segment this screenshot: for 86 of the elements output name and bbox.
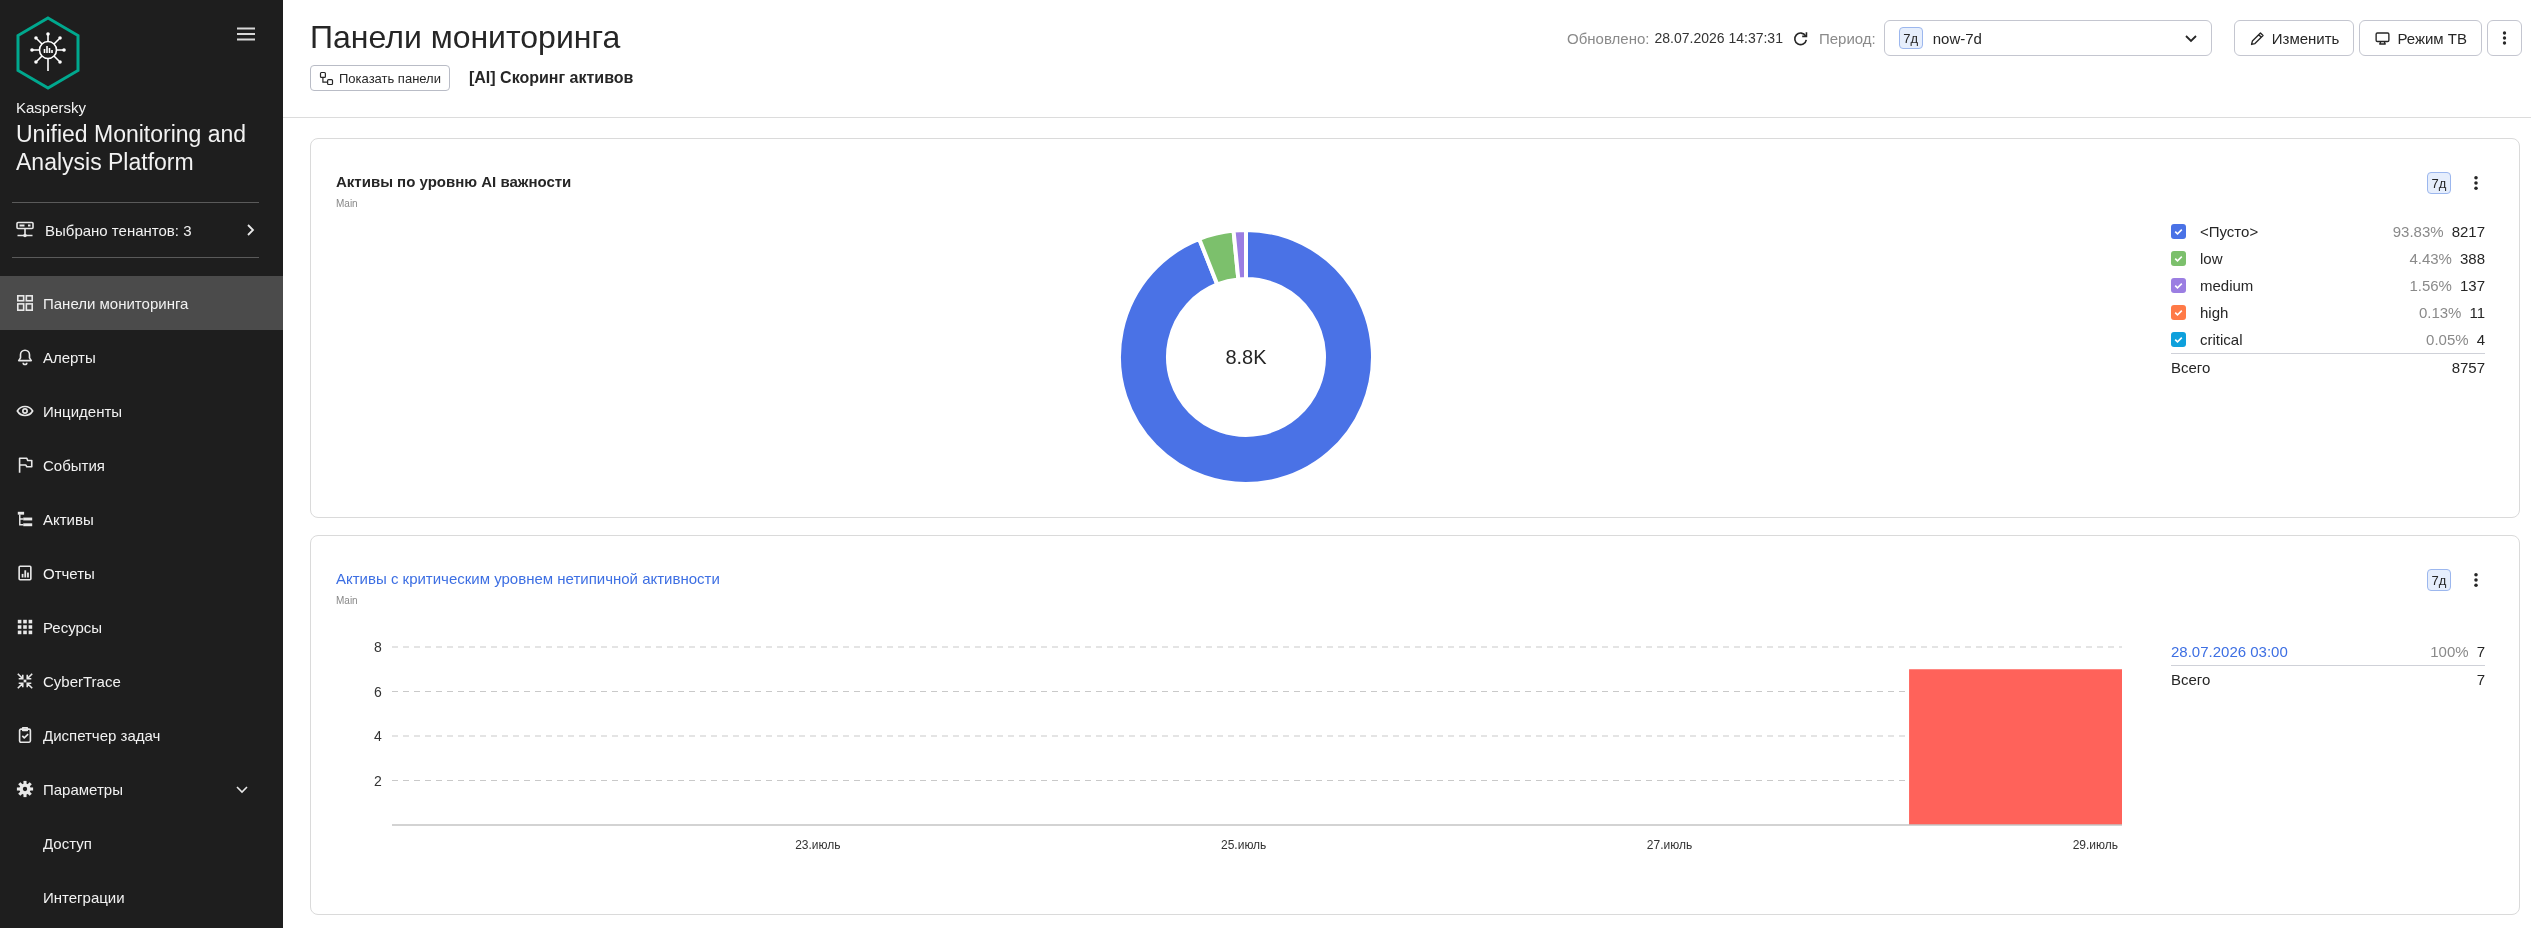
brand-vendor: Kaspersky	[16, 100, 88, 116]
legend-percent: 0.05%	[2426, 331, 2469, 348]
donut-center-value: 8.8K	[1225, 346, 1267, 368]
x-axis-label: 23.июль	[794, 838, 841, 852]
legend-label[interactable]: 28.07.2026 03:00	[2171, 643, 2431, 660]
y-axis-label: 8	[373, 639, 382, 655]
linked-squares-icon	[319, 70, 334, 86]
legend-percent: 100%	[2430, 643, 2469, 660]
legend-checkbox[interactable]	[2171, 251, 2186, 266]
legend-count: 11	[2469, 304, 2485, 321]
legend-total-label: Всего	[2171, 359, 2211, 376]
x-axis-label: 27.июль	[1646, 838, 1692, 852]
nav-item[interactable]: CyberTrace	[0, 654, 283, 708]
flag-icon	[16, 456, 34, 474]
show-panels-button[interactable]: Показать панели	[310, 65, 450, 91]
legend-label: low	[2200, 250, 2224, 267]
nav-item[interactable]: Панели мониторинга	[0, 276, 283, 330]
legend-total-label: Всего	[2171, 671, 2211, 688]
page-title: Панели мониторинга	[310, 18, 621, 56]
widget-source-label: Main	[336, 595, 359, 607]
legend-count: 8217	[2451, 223, 2485, 240]
legend-percent: 4.43%	[2409, 250, 2452, 267]
legend-count: 7	[2476, 643, 2485, 660]
legend-checkbox[interactable]	[2171, 332, 2186, 347]
legend-count: 137	[2459, 277, 2485, 294]
nav-item[interactable]: Отчеты	[0, 546, 283, 600]
nav-item[interactable]: Активы	[0, 492, 283, 546]
period-badge: 7д	[2427, 172, 2451, 194]
legend-percent: 0.13%	[2418, 304, 2462, 321]
toolbar-button[interactable]: Режим ТВ	[2359, 20, 2482, 56]
legend-count: 388	[2459, 250, 2485, 267]
legend-checkbox[interactable]	[2171, 224, 2186, 239]
toolbar-button[interactable]: Изменить	[2233, 20, 2355, 56]
x-axis-label: 29.июль	[2072, 838, 2118, 852]
arrows-to-center-icon	[16, 672, 34, 690]
period-badge: 7д	[1898, 27, 1923, 49]
nav-item[interactable]: Диспетчер задач	[0, 708, 283, 762]
monitor-icon	[2374, 29, 2392, 47]
y-axis-label: 4	[373, 728, 382, 744]
widget-source-label: Main	[336, 198, 359, 210]
hexagon-logo-icon	[16, 16, 80, 90]
dashboard-grid-icon	[16, 294, 34, 312]
updated-label: Обновлено:	[1567, 29, 1650, 47]
legend-label: critical	[2200, 331, 2244, 348]
legend-total-value: 7	[2476, 671, 2485, 688]
nav-item[interactable]: Инциденты	[0, 384, 283, 438]
tree-list-icon	[16, 510, 34, 528]
nav-item[interactable]: Ресурсы	[0, 600, 283, 654]
more-vertical-icon	[2502, 30, 2507, 46]
y-axis-label: 6	[373, 683, 382, 700]
server-network-icon	[15, 220, 35, 240]
nav-item[interactable]: Алерты	[0, 330, 283, 384]
nav-subitem[interactable]: Доступ	[0, 816, 283, 870]
dot-grid-icon	[16, 618, 34, 636]
nav-subitem[interactable]: Интеграции	[0, 870, 283, 924]
more-vertical-icon[interactable]	[2473, 572, 2479, 588]
more-vertical-icon[interactable]	[2473, 175, 2479, 191]
legend-label: high	[2200, 304, 2230, 321]
x-axis-label: 25.июль	[1220, 838, 1266, 852]
widget-title[interactable]: Активы с критическим уровнем нетипичной активности	[336, 569, 720, 589]
bell-icon	[16, 348, 34, 366]
period-badge: 7д	[2427, 569, 2451, 591]
updated-timestamp: 28.07.2026 14:37:31	[1654, 30, 1783, 46]
bar-chart-document-icon	[16, 564, 34, 582]
nav-item[interactable]: Параметры	[0, 762, 283, 816]
period-label: Период:	[1818, 29, 1876, 47]
legend-label: medium	[2200, 277, 2255, 294]
legend-percent: 1.56%	[2409, 277, 2452, 294]
legend-checkbox[interactable]	[2171, 278, 2186, 293]
gear-icon	[16, 780, 34, 798]
widget-title: Активы по уровню AI важности	[336, 172, 572, 192]
legend-percent: 93.83%	[2392, 223, 2444, 240]
dashboard-name: [AI] Скоринг активов	[468, 69, 634, 87]
y-axis-label: 2	[373, 772, 382, 789]
product-name: Unified Monitoring and Analysis Platform	[16, 120, 248, 176]
legend-total-value: 8757	[2451, 359, 2485, 376]
refresh-icon[interactable]	[1791, 29, 1809, 47]
legend-label: <Пусто>	[2200, 223, 2260, 240]
legend-count: 4	[2476, 331, 2485, 348]
tenant-selector[interactable]: Выбрано тенантов: 3	[0, 203, 283, 257]
menu-icon[interactable]	[237, 27, 255, 41]
clipboard-check-icon	[16, 726, 34, 744]
legend-checkbox[interactable]	[2171, 305, 2186, 320]
pencil-icon	[2248, 29, 2266, 47]
period-select[interactable]: 7д now-7d	[1883, 20, 2212, 56]
nav-item[interactable]: События	[0, 438, 283, 492]
